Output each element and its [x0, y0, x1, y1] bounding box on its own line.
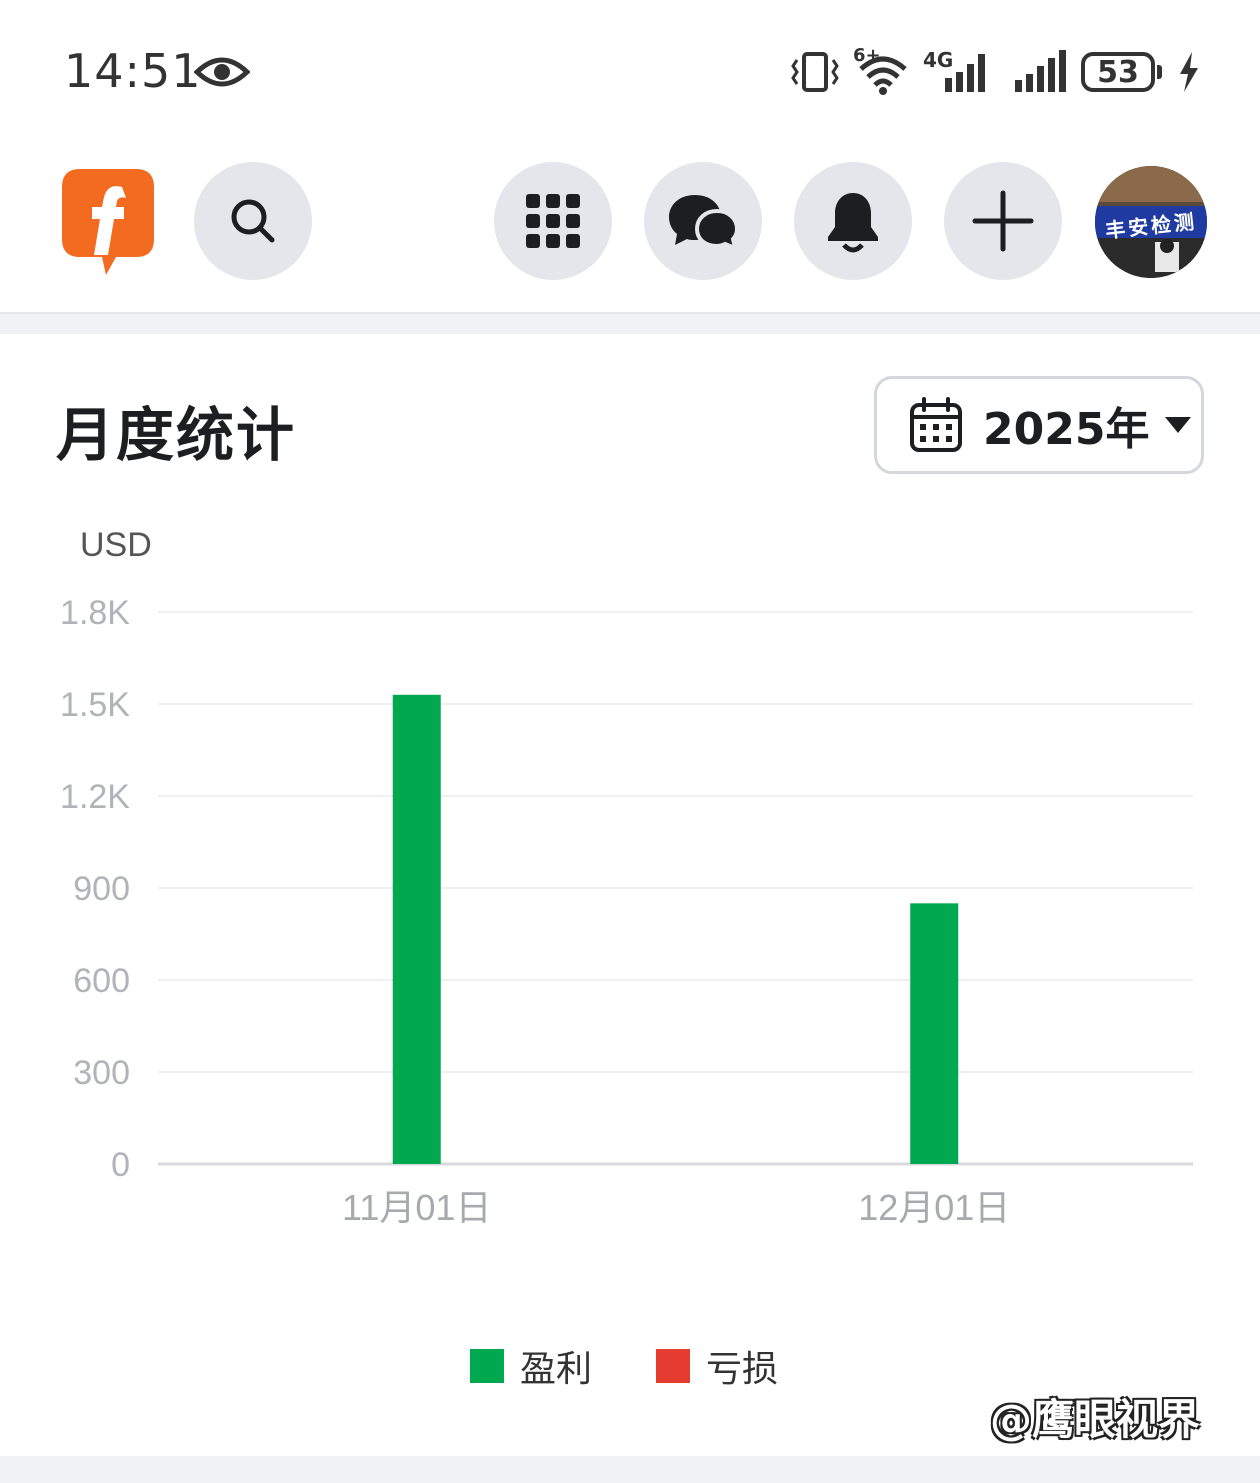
card-title: 月度统计 — [56, 401, 297, 469]
status-time: 14:51 — [64, 44, 202, 98]
charging-bolt-icon — [1180, 52, 1198, 92]
signal-bars-icon-2 — [1015, 50, 1066, 92]
profile-avatar[interactable]: 丰安检测 — [1095, 166, 1207, 278]
apps-grid-icon — [526, 194, 580, 248]
y-tick-label: 1.8K — [60, 594, 130, 632]
app-header: 丰安检测 — [0, 140, 1260, 314]
chevron-down-icon — [1165, 417, 1192, 433]
section-divider — [0, 314, 1260, 334]
legend-label-loss: 亏损 — [706, 1349, 779, 1390]
y-tick-label: 900 — [73, 870, 130, 908]
plus-icon — [972, 190, 1034, 252]
x-tick-label: 12月01日 — [858, 1187, 1010, 1228]
bar-profit — [392, 694, 441, 1164]
cellular-4g-indicator: 4G — [923, 48, 997, 96]
apps-menu-button[interactable] — [494, 162, 612, 280]
bar-profit — [910, 903, 959, 1164]
status-bar: 14:51 6+ 4G 53 — [0, 0, 1260, 140]
watermark-text: @鹰眼视界 — [990, 1395, 1201, 1444]
x-tick-label: 11月01日 — [342, 1187, 491, 1228]
messenger-icon — [669, 195, 739, 251]
year-selector[interactable]: 2025年 — [874, 376, 1204, 474]
chart-legend: 盈利 亏损 — [470, 1340, 842, 1392]
wifi-icon — [859, 56, 907, 95]
search-button[interactable] — [194, 162, 312, 280]
legend-swatch-profit — [470, 1349, 504, 1383]
battery-level: 53 — [1081, 52, 1155, 92]
search-icon — [231, 199, 275, 243]
wifi-indicator: 6+ — [853, 45, 909, 97]
messenger-button[interactable] — [644, 162, 762, 280]
y-tick-label: 300 — [73, 1054, 130, 1092]
brand-f-logo-icon[interactable] — [58, 165, 158, 277]
signal-bars-icon — [945, 54, 985, 92]
notifications-button[interactable] — [794, 162, 912, 280]
y-tick-label: 0 — [111, 1146, 130, 1184]
monthly-chart: USD 0 300 600 900 1.2K 1.5K 1.8K 11月01日 12月01日 — [60, 526, 1193, 1228]
calendar-icon — [910, 397, 962, 452]
bottom-divider — [0, 1456, 1260, 1483]
battery-indicator: 53 — [1081, 52, 1162, 92]
y-tick-label: 1.2K — [60, 778, 130, 816]
y-axis-unit-label: USD — [80, 526, 152, 564]
bell-icon — [828, 193, 878, 253]
legend-item-profit[interactable]: 盈利 — [470, 1340, 592, 1392]
legend-label-profit: 盈利 — [520, 1349, 593, 1390]
year-value: 2025年 — [983, 404, 1150, 455]
create-button[interactable] — [944, 162, 1062, 280]
y-tick-label: 1.5K — [60, 686, 130, 724]
legend-swatch-loss — [656, 1349, 691, 1383]
legend-item-loss[interactable]: 亏损 — [656, 1340, 778, 1392]
eye-icon — [194, 57, 250, 87]
y-tick-label: 600 — [73, 962, 130, 1000]
vibrate-icon — [791, 52, 839, 92]
